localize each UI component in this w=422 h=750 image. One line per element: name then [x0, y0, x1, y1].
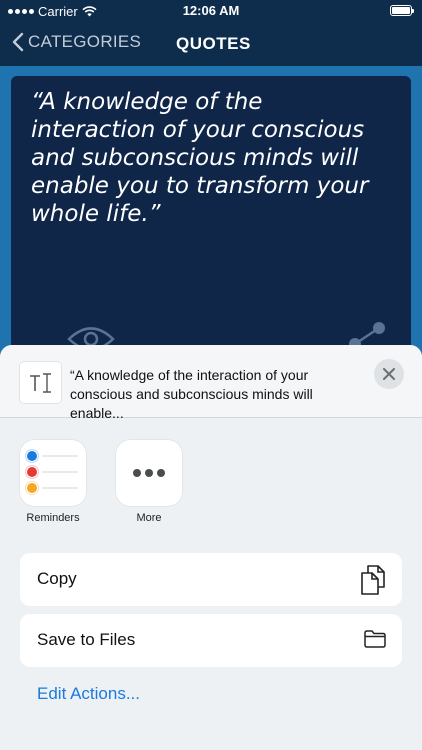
- copy-action[interactable]: Copy: [20, 553, 402, 606]
- reminders-app-label: Reminders: [26, 512, 80, 524]
- reminders-icon: [25, 449, 78, 495]
- share-app-row: Reminders More: [0, 440, 422, 530]
- share-sheet-header: “A knowledge of the interaction of your …: [0, 345, 422, 421]
- text-preview-thumbnail: [20, 362, 61, 403]
- more-app-label: More: [136, 512, 162, 524]
- copy-action-label: Copy: [37, 569, 77, 588]
- back-button-label: CATEGORIES: [28, 32, 142, 51]
- edit-actions-link[interactable]: Edit Actions...: [37, 684, 140, 704]
- share-preview-text: “A knowledge of the interaction of your …: [70, 367, 313, 421]
- quote-card: “A knowledge of the interaction of your …: [11, 76, 411, 376]
- status-time: 12:06 AM: [182, 3, 240, 18]
- text-format-icon: [29, 372, 51, 393]
- status-bar: Carrier 12:06 AM: [0, 0, 422, 22]
- save-to-files-label: Save to Files: [37, 630, 136, 649]
- battery-icon: [390, 5, 414, 16]
- folder-icon: [364, 630, 386, 648]
- back-button[interactable]: CATEGORIES: [12, 32, 141, 52]
- quote-text: “A knowledge of the interaction of your …: [31, 89, 369, 227]
- page-title: QUOTES: [176, 34, 251, 53]
- reminders-app-button[interactable]: [20, 440, 86, 506]
- save-to-files-action[interactable]: Save to Files: [20, 614, 402, 667]
- more-app-button[interactable]: [116, 440, 182, 506]
- copy-icon: [361, 565, 385, 595]
- nav-bar: CATEGORIES QUOTES: [0, 22, 422, 66]
- close-button[interactable]: [374, 359, 404, 389]
- close-icon: [383, 368, 395, 380]
- more-icon: [133, 469, 165, 477]
- share-sheet: “A knowledge of the interaction of your …: [0, 345, 422, 750]
- chevron-left-icon: [12, 32, 24, 52]
